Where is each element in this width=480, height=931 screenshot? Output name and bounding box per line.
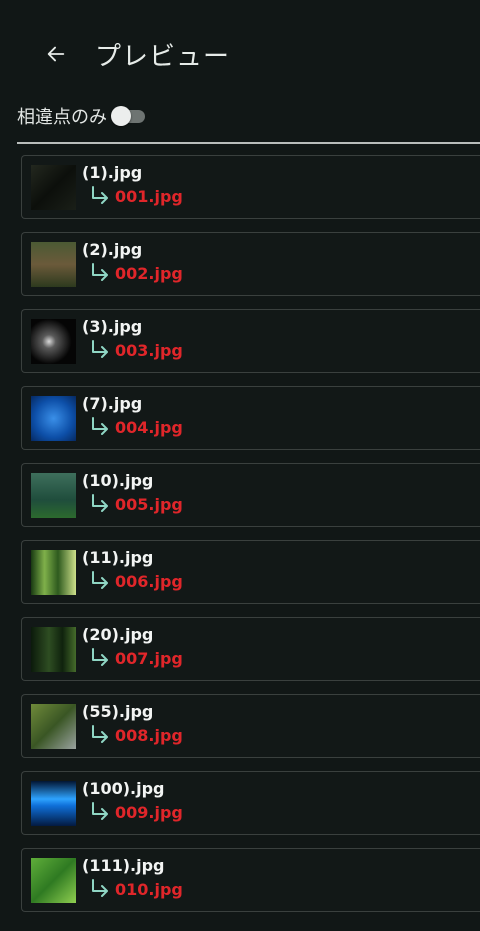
file-thumbnail xyxy=(31,704,76,749)
renamed-filename: 004.jpg xyxy=(115,418,183,437)
file-list-item[interactable]: (2).jpg 002.jpg xyxy=(21,232,480,296)
rename-arrow-icon xyxy=(92,648,108,666)
file-thumbnail xyxy=(31,242,76,287)
back-button[interactable] xyxy=(36,34,76,74)
file-list-item[interactable]: (11).jpg 006.jpg xyxy=(21,540,480,604)
renamed-filename: 008.jpg xyxy=(115,726,183,745)
file-list-item[interactable]: (10).jpg 005.jpg xyxy=(21,463,480,527)
file-thumbnail xyxy=(31,858,76,903)
original-filename: (3).jpg xyxy=(82,317,143,336)
file-list-item[interactable]: (55).jpg 008.jpg xyxy=(21,694,480,758)
file-thumbnail xyxy=(31,781,76,826)
file-list-item[interactable]: (1).jpg 001.jpg xyxy=(21,155,480,219)
file-thumbnail xyxy=(31,473,76,518)
renamed-filename: 001.jpg xyxy=(115,187,183,206)
original-filename: (2).jpg xyxy=(82,240,143,259)
original-filename: (55).jpg xyxy=(82,702,154,721)
file-list: (1).jpg 001.jpg (2).jpg 002.jpg (3).jpg 003.j… xyxy=(21,155,480,925)
file-list-item[interactable]: (111).jpg 010.jpg xyxy=(21,848,480,912)
file-list-item[interactable]: (20).jpg 007.jpg xyxy=(21,617,480,681)
rename-arrow-icon xyxy=(92,879,108,897)
original-filename: (7).jpg xyxy=(82,394,143,413)
renamed-filename: 009.jpg xyxy=(115,803,183,822)
renamed-filename: 007.jpg xyxy=(115,649,183,668)
renamed-filename: 003.jpg xyxy=(115,341,183,360)
differences-only-toggle[interactable] xyxy=(111,104,147,128)
differences-only-label: 相違点のみ xyxy=(17,107,107,128)
original-filename: (10).jpg xyxy=(82,471,154,490)
renamed-filename: 010.jpg xyxy=(115,880,183,899)
original-filename: (1).jpg xyxy=(82,163,143,182)
rename-arrow-icon xyxy=(92,263,108,281)
original-filename: (11).jpg xyxy=(82,548,154,567)
arrow-left-icon xyxy=(47,46,65,62)
renamed-filename: 002.jpg xyxy=(115,264,183,283)
rename-arrow-icon xyxy=(92,802,108,820)
file-list-item[interactable]: (100).jpg 009.jpg xyxy=(21,771,480,835)
rename-arrow-icon xyxy=(92,186,108,204)
rename-arrow-icon xyxy=(92,725,108,743)
file-thumbnail xyxy=(31,627,76,672)
app-bar: プレビュー xyxy=(0,0,480,100)
page-title: プレビュー xyxy=(95,42,231,72)
file-thumbnail xyxy=(31,550,76,595)
original-filename: (100).jpg xyxy=(82,779,165,798)
renamed-filename: 005.jpg xyxy=(115,495,183,514)
rename-arrow-icon xyxy=(92,417,108,435)
file-thumbnail xyxy=(31,396,76,441)
file-thumbnail xyxy=(31,165,76,210)
rename-arrow-icon xyxy=(92,494,108,512)
file-list-item[interactable]: (3).jpg 003.jpg xyxy=(21,309,480,373)
rename-arrow-icon xyxy=(92,340,108,358)
original-filename: (111).jpg xyxy=(82,856,165,875)
divider xyxy=(17,142,480,144)
differences-only-filter: 相違点のみ xyxy=(17,102,147,130)
renamed-filename: 006.jpg xyxy=(115,572,183,591)
file-thumbnail xyxy=(31,319,76,364)
original-filename: (20).jpg xyxy=(82,625,154,644)
rename-arrow-icon xyxy=(92,571,108,589)
file-list-item[interactable]: (7).jpg 004.jpg xyxy=(21,386,480,450)
toggle-thumb xyxy=(111,106,131,126)
